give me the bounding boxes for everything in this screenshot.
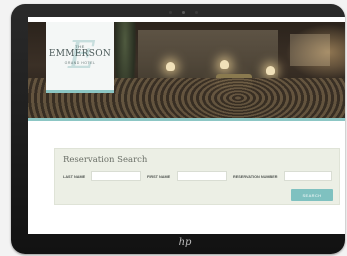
stage: E THE EMMERSON GRAND HOTEL Reservation S… (0, 0, 347, 256)
reservation-search-title: Reservation Search (63, 155, 148, 165)
sensor-dot (169, 11, 172, 14)
logo-name: EMMERSON (48, 49, 112, 59)
lamp-icon (266, 66, 275, 75)
accent-divider (28, 118, 345, 121)
reservation-search-panel: Reservation Search LAST NAME FIRST NAME … (54, 148, 340, 205)
sensor-dot (195, 11, 198, 14)
last-name-label: LAST NAME (63, 175, 86, 179)
search-button[interactable]: SEARCH (291, 189, 333, 201)
hotel-logo[interactable]: E THE EMMERSON GRAND HOTEL (46, 22, 114, 93)
reservation-number-input[interactable] (284, 171, 332, 181)
last-name-input[interactable] (91, 171, 141, 181)
hp-logo: hp (178, 237, 192, 248)
first-name-label: FIRST NAME (147, 175, 171, 179)
lamp-icon (220, 60, 229, 69)
camera-dot (182, 11, 185, 14)
screen: E THE EMMERSON GRAND HOTEL Reservation S… (28, 17, 345, 234)
first-name-input[interactable] (177, 171, 227, 181)
hero-window (290, 34, 330, 66)
tablet-device: E THE EMMERSON GRAND HOTEL Reservation S… (11, 4, 345, 254)
hero-wall (138, 30, 278, 78)
logo-subtitle: GRAND HOTEL (64, 61, 96, 65)
lamp-icon (166, 62, 175, 71)
reservation-number-label: RESERVATION NUMBER (233, 175, 278, 179)
camera-sensors (169, 10, 199, 16)
